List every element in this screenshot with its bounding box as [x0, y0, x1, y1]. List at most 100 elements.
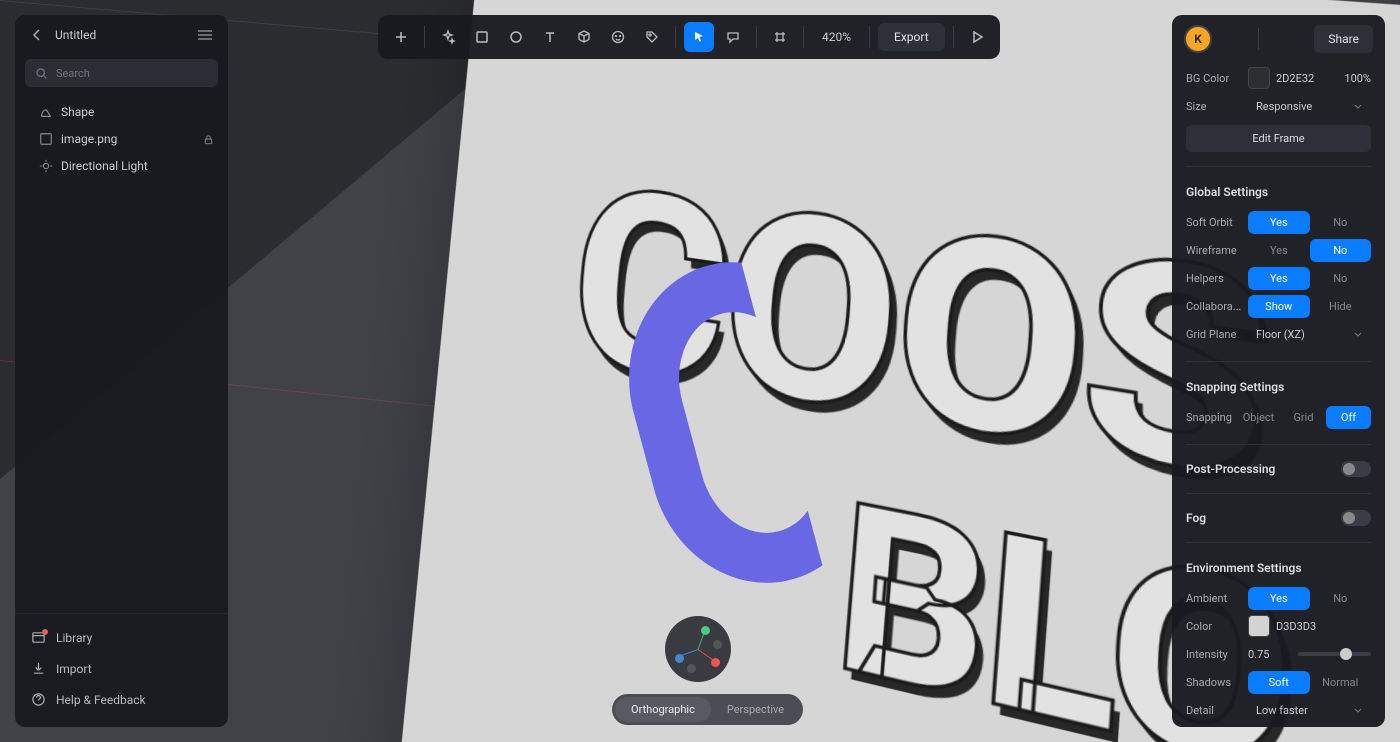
snap-grid[interactable]: Grid: [1281, 406, 1326, 429]
search-field[interactable]: [56, 67, 208, 80]
edit-frame-button[interactable]: Edit Frame: [1186, 125, 1371, 152]
wireframe-label: Wireframe: [1186, 244, 1248, 257]
ellipse-tool[interactable]: [501, 22, 531, 52]
shadows-toggle[interactable]: Soft Normal: [1248, 671, 1371, 694]
import-button[interactable]: Import: [25, 653, 218, 684]
snapping-toggle[interactable]: Object Grid Off: [1236, 406, 1371, 429]
export-button[interactable]: Export: [878, 23, 945, 51]
intensity-value[interactable]: 0.75: [1248, 648, 1288, 661]
tag-tool[interactable]: [637, 22, 667, 52]
divider: [1186, 444, 1371, 445]
bgcolor-swatch[interactable]: [1248, 67, 1270, 89]
divider: [953, 26, 954, 48]
detail-value: Low faster: [1256, 704, 1308, 717]
axis-x[interactable]: [711, 658, 720, 667]
toggle-yes[interactable]: Yes: [1248, 587, 1310, 610]
rectangle-tool[interactable]: [467, 22, 497, 52]
chevron-down-icon: [1353, 705, 1363, 715]
left-header: Untitled: [15, 15, 228, 55]
chevron-down-icon: [1353, 329, 1363, 339]
env-color-swatch[interactable]: [1248, 615, 1270, 637]
helpers-label: Helpers: [1186, 272, 1248, 285]
helpers-toggle[interactable]: Yes No: [1248, 267, 1371, 290]
snap-off[interactable]: Off: [1326, 406, 1371, 429]
right-panel: K Share BG Color 2D2E32 100% Size Respon…: [1172, 15, 1385, 727]
projection-toggle[interactable]: Orthographic Perspective: [612, 694, 803, 725]
axis-y[interactable]: [701, 626, 710, 635]
toggle-no[interactable]: No: [1310, 211, 1372, 234]
bgcolor-value[interactable]: 2D2E32: [1276, 72, 1314, 85]
intensity-slider[interactable]: [1298, 652, 1371, 656]
toggle-no[interactable]: No: [1310, 267, 1372, 290]
orthographic-option[interactable]: Orthographic: [615, 697, 711, 722]
tree-item-light[interactable]: Directional Light: [21, 153, 222, 179]
text-tool[interactable]: [535, 22, 565, 52]
prop-bgcolor: BG Color 2D2E32 100%: [1186, 65, 1371, 91]
global-title: Global Settings: [1186, 185, 1371, 199]
size-select[interactable]: Responsive: [1248, 96, 1371, 117]
divider: [1258, 28, 1259, 50]
axis-neg[interactable]: [687, 664, 696, 673]
cursor-tool[interactable]: [684, 22, 714, 52]
toggle-show[interactable]: Show: [1248, 295, 1310, 318]
toggle-soft[interactable]: Soft: [1248, 671, 1310, 694]
ai-tool[interactable]: [433, 22, 463, 52]
snapping-title: Snapping Settings: [1186, 380, 1371, 394]
frame-tool[interactable]: [765, 22, 795, 52]
toggle-yes[interactable]: Yes: [1248, 267, 1310, 290]
toggle-no[interactable]: No: [1310, 587, 1372, 610]
bgcolor-label: BG Color: [1186, 72, 1248, 85]
soft-orbit-toggle[interactable]: Yes No: [1248, 211, 1371, 234]
cube-tool[interactable]: [569, 22, 599, 52]
tree-label: Shape: [61, 105, 94, 119]
perspective-option[interactable]: Perspective: [711, 697, 800, 722]
search-input[interactable]: [25, 59, 218, 87]
help-icon: [31, 692, 46, 707]
comment-tool[interactable]: [718, 22, 748, 52]
detail-label: Detail: [1186, 704, 1248, 717]
menu-icon[interactable]: [196, 28, 214, 42]
share-button[interactable]: Share: [1314, 25, 1373, 53]
gridplane-select[interactable]: Floor (XZ): [1248, 324, 1371, 345]
bgcolor-opacity[interactable]: 100%: [1344, 72, 1371, 85]
image-icon: [39, 132, 53, 146]
lock-icon[interactable]: [203, 134, 214, 145]
tree-item-shape[interactable]: Shape: [21, 99, 222, 125]
collab-label: Collabora...: [1186, 300, 1248, 313]
avatar[interactable]: K: [1184, 25, 1212, 53]
divider: [803, 26, 804, 48]
axis-neg[interactable]: [713, 640, 722, 649]
collab-toggle[interactable]: Show Hide: [1248, 295, 1371, 318]
emoji-tool[interactable]: [603, 22, 633, 52]
shadows-label: Shadows: [1186, 676, 1248, 689]
document-title[interactable]: Untitled: [55, 28, 186, 42]
help-button[interactable]: Help & Feedback: [25, 684, 218, 715]
toggle-no[interactable]: No: [1310, 239, 1372, 262]
ambient-toggle[interactable]: Yes No: [1248, 587, 1371, 610]
library-button[interactable]: Library: [25, 622, 218, 653]
divider: [424, 26, 425, 48]
tree-item-image[interactable]: image.png: [21, 126, 222, 152]
snapping-label: Snapping: [1186, 411, 1236, 424]
toggle-yes[interactable]: Yes: [1248, 211, 1310, 234]
help-label: Help & Feedback: [56, 693, 146, 707]
axis-z[interactable]: [675, 654, 684, 663]
back-button[interactable]: [29, 27, 45, 43]
toggle-yes[interactable]: Yes: [1248, 239, 1310, 262]
post-switch[interactable]: [1341, 461, 1371, 477]
env-color-value[interactable]: D3D3D3: [1276, 620, 1316, 633]
add-button[interactable]: [386, 22, 416, 52]
divider: [756, 26, 757, 48]
wireframe-toggle[interactable]: Yes No: [1248, 239, 1371, 262]
zoom-level[interactable]: 420%: [812, 30, 861, 44]
play-button[interactable]: [962, 22, 992, 52]
detail-select[interactable]: Low faster: [1248, 700, 1371, 721]
fog-switch[interactable]: [1341, 510, 1371, 526]
soft-orbit-label: Soft Orbit: [1186, 216, 1248, 229]
library-icon: [31, 630, 46, 645]
view-cube[interactable]: [665, 616, 731, 682]
library-label: Library: [56, 631, 92, 645]
toggle-normal[interactable]: Normal: [1310, 671, 1372, 694]
snap-object[interactable]: Object: [1236, 406, 1281, 429]
toggle-hide[interactable]: Hide: [1310, 295, 1372, 318]
